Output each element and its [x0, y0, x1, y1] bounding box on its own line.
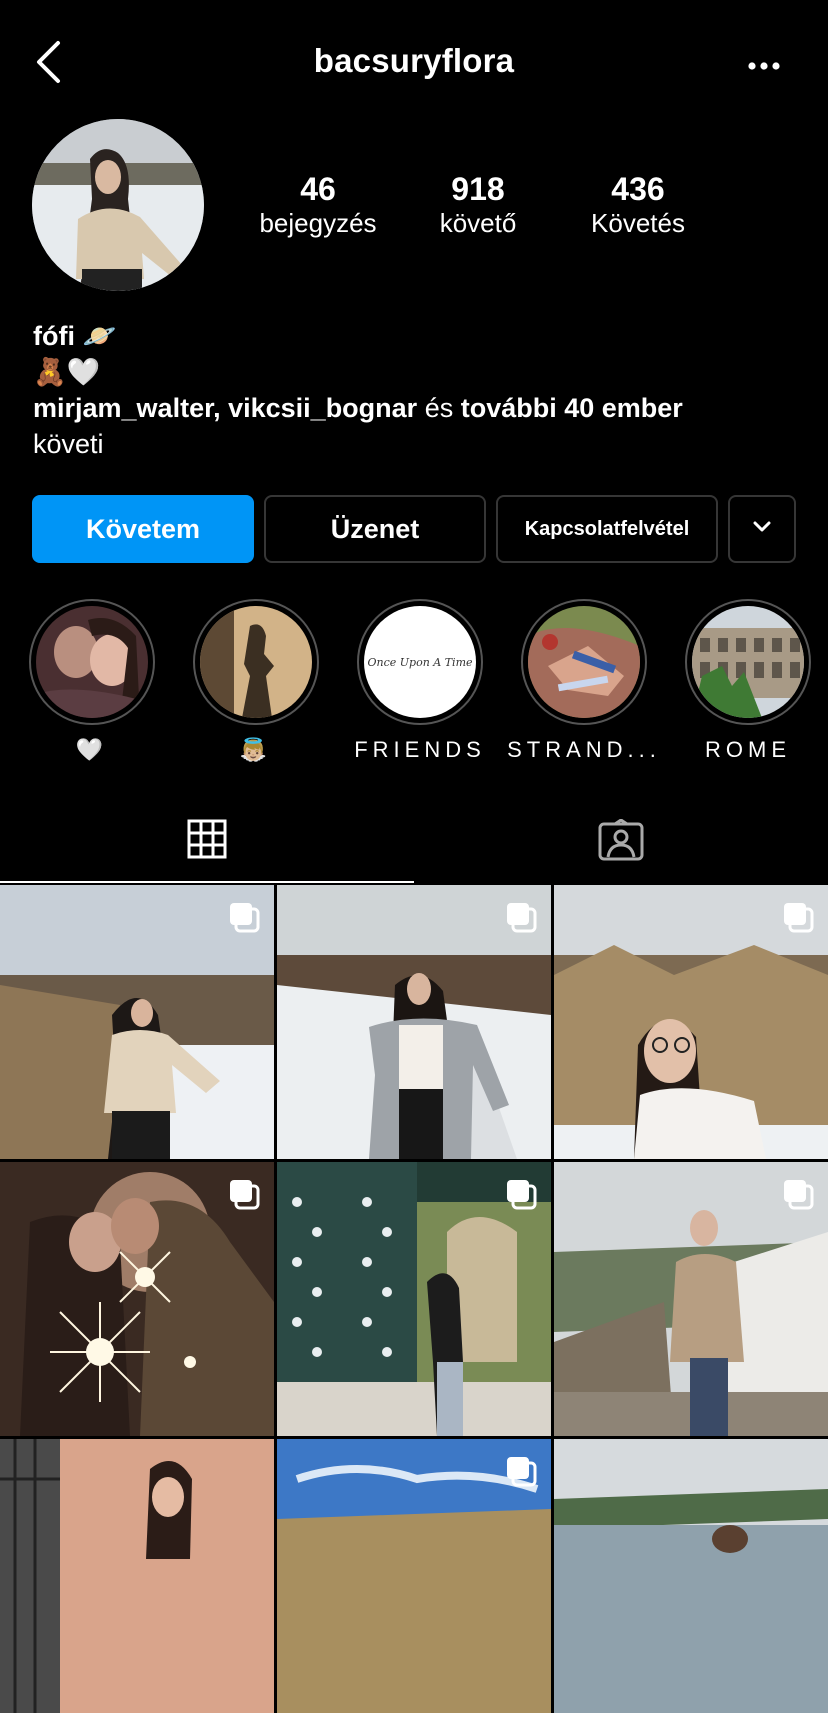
post-thumbnail[interactable] [554, 1439, 828, 1713]
highlight-cover-text: Once Upon A Time [367, 655, 473, 669]
stat-posts[interactable]: 46 bejegyzés [238, 170, 398, 238]
stat-following-count: 436 [611, 171, 665, 207]
post-thumbnail[interactable] [0, 1162, 274, 1436]
profile-username: bacsuryflora [313, 42, 515, 79]
stat-followers-label: követő [439, 208, 517, 238]
post-thumbnail[interactable] [554, 1162, 828, 1436]
highlight-cover: Once Upon A Time [364, 606, 476, 718]
highlight-item[interactable]: Once Upon A Time FRIENDS [354, 599, 484, 763]
multiple-photos-icon [782, 1178, 814, 1210]
highlight-cover [528, 606, 640, 718]
highlight-item[interactable]: 👼🏼 [192, 599, 320, 763]
chevron-down-icon [752, 520, 772, 538]
stat-following[interactable]: 436 Követés [558, 170, 718, 238]
more-horizontal-icon[interactable] [744, 54, 784, 78]
highlight-cover [36, 606, 148, 718]
highlight-label: 👼🏼 [239, 737, 273, 762]
multiple-photos-icon [228, 901, 260, 933]
stat-posts-label: bejegyzés [259, 208, 377, 238]
stat-followers-count: 918 [451, 171, 505, 207]
highlight-item[interactable]: 🤍 [28, 599, 156, 763]
highlight-label: 🤍 [75, 737, 109, 762]
highlight-ring [685, 599, 811, 725]
profile-avatar[interactable] [32, 119, 204, 291]
highlight-ring [29, 599, 155, 725]
profile-bio-line: 🧸🤍 [33, 357, 101, 387]
tab-tagged[interactable] [414, 800, 828, 883]
highlight-ring: Once Upon A Time [357, 599, 483, 725]
post-thumbnail[interactable] [554, 885, 828, 1159]
followed-by-names[interactable]: mirjam_walter, vikcsii_bognar [33, 393, 417, 423]
post-thumbnail[interactable] [277, 1439, 551, 1713]
grid-icon [187, 819, 227, 864]
highlight-item[interactable]: STRAND... [507, 599, 656, 763]
suggested-dropdown-button[interactable] [728, 495, 796, 563]
post-thumbnail[interactable] [277, 1162, 551, 1436]
profile-display-name: fófi 🪐 [33, 321, 117, 351]
following-button[interactable]: Követem [32, 495, 254, 563]
highlight-cover [200, 606, 312, 718]
highlight-ring [521, 599, 647, 725]
multiple-photos-icon [505, 1178, 537, 1210]
highlight-label: FRIENDS [354, 737, 486, 762]
highlight-cover [692, 606, 804, 718]
multiple-photos-icon [228, 1178, 260, 1210]
multiple-photos-icon [505, 1455, 537, 1487]
message-button[interactable]: Üzenet [264, 495, 486, 563]
followed-by[interactable]: mirjam_walter, vikcsii_bognar és további… [33, 390, 683, 426]
post-thumbnail[interactable] [0, 885, 274, 1159]
tab-posts-grid[interactable] [0, 800, 414, 883]
followed-by-suffix: követi [33, 429, 104, 459]
highlight-item[interactable]: ROME [684, 599, 812, 763]
highlight-label: ROME [705, 737, 791, 762]
multiple-photos-icon [505, 901, 537, 933]
post-thumbnail[interactable] [0, 1439, 274, 1713]
tagged-user-icon [598, 818, 644, 866]
post-thumbnail[interactable] [277, 885, 551, 1159]
followed-by-and: és [417, 393, 461, 423]
top-bar: bacsuryflora [0, 0, 828, 130]
profile-bio: fófi 🪐 🧸🤍 mirjam_walter, vikcsii_bognar … [33, 318, 683, 462]
stat-followers[interactable]: 918 követő [398, 170, 558, 238]
multiple-photos-icon [782, 901, 814, 933]
contact-button[interactable]: Kapcsolatfelvétel [496, 495, 718, 563]
profile-tabs [0, 800, 828, 883]
stat-following-label: Követés [591, 208, 685, 238]
stat-posts-count: 46 [300, 171, 336, 207]
highlight-label: STRAND... [507, 737, 661, 762]
highlight-ring [193, 599, 319, 725]
followed-by-more[interactable]: további 40 ember [461, 393, 683, 423]
